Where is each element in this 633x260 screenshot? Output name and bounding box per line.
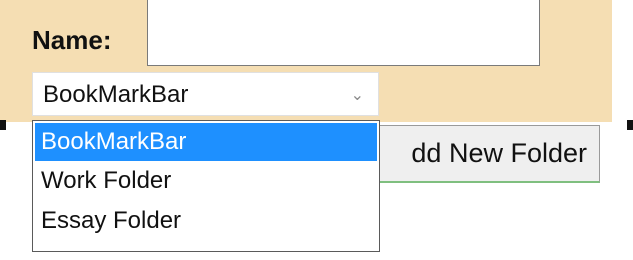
name-input[interactable] [147, 0, 540, 66]
folder-select[interactable]: BookMarkBar ⌄ [32, 72, 379, 116]
chevron-down-icon[interactable]: ⌄ [351, 73, 364, 119]
folder-option-work-folder[interactable]: Work Folder [33, 161, 379, 201]
folder-select-value: BookMarkBar [43, 81, 189, 108]
bookmark-folder-form: Name: BookMarkBar ⌄ dd New Folder BookMa… [0, 0, 633, 260]
right-divider-mark [627, 120, 633, 130]
folder-option-essay-folder[interactable]: Essay Folder [33, 201, 379, 241]
folder-option-bookmarkbar[interactable]: BookMarkBar [35, 123, 377, 161]
name-label: Name: [32, 25, 112, 55]
folder-dropdown-list: BookMarkBar Work Folder Essay Folder [32, 120, 380, 252]
left-divider-mark [0, 120, 6, 130]
